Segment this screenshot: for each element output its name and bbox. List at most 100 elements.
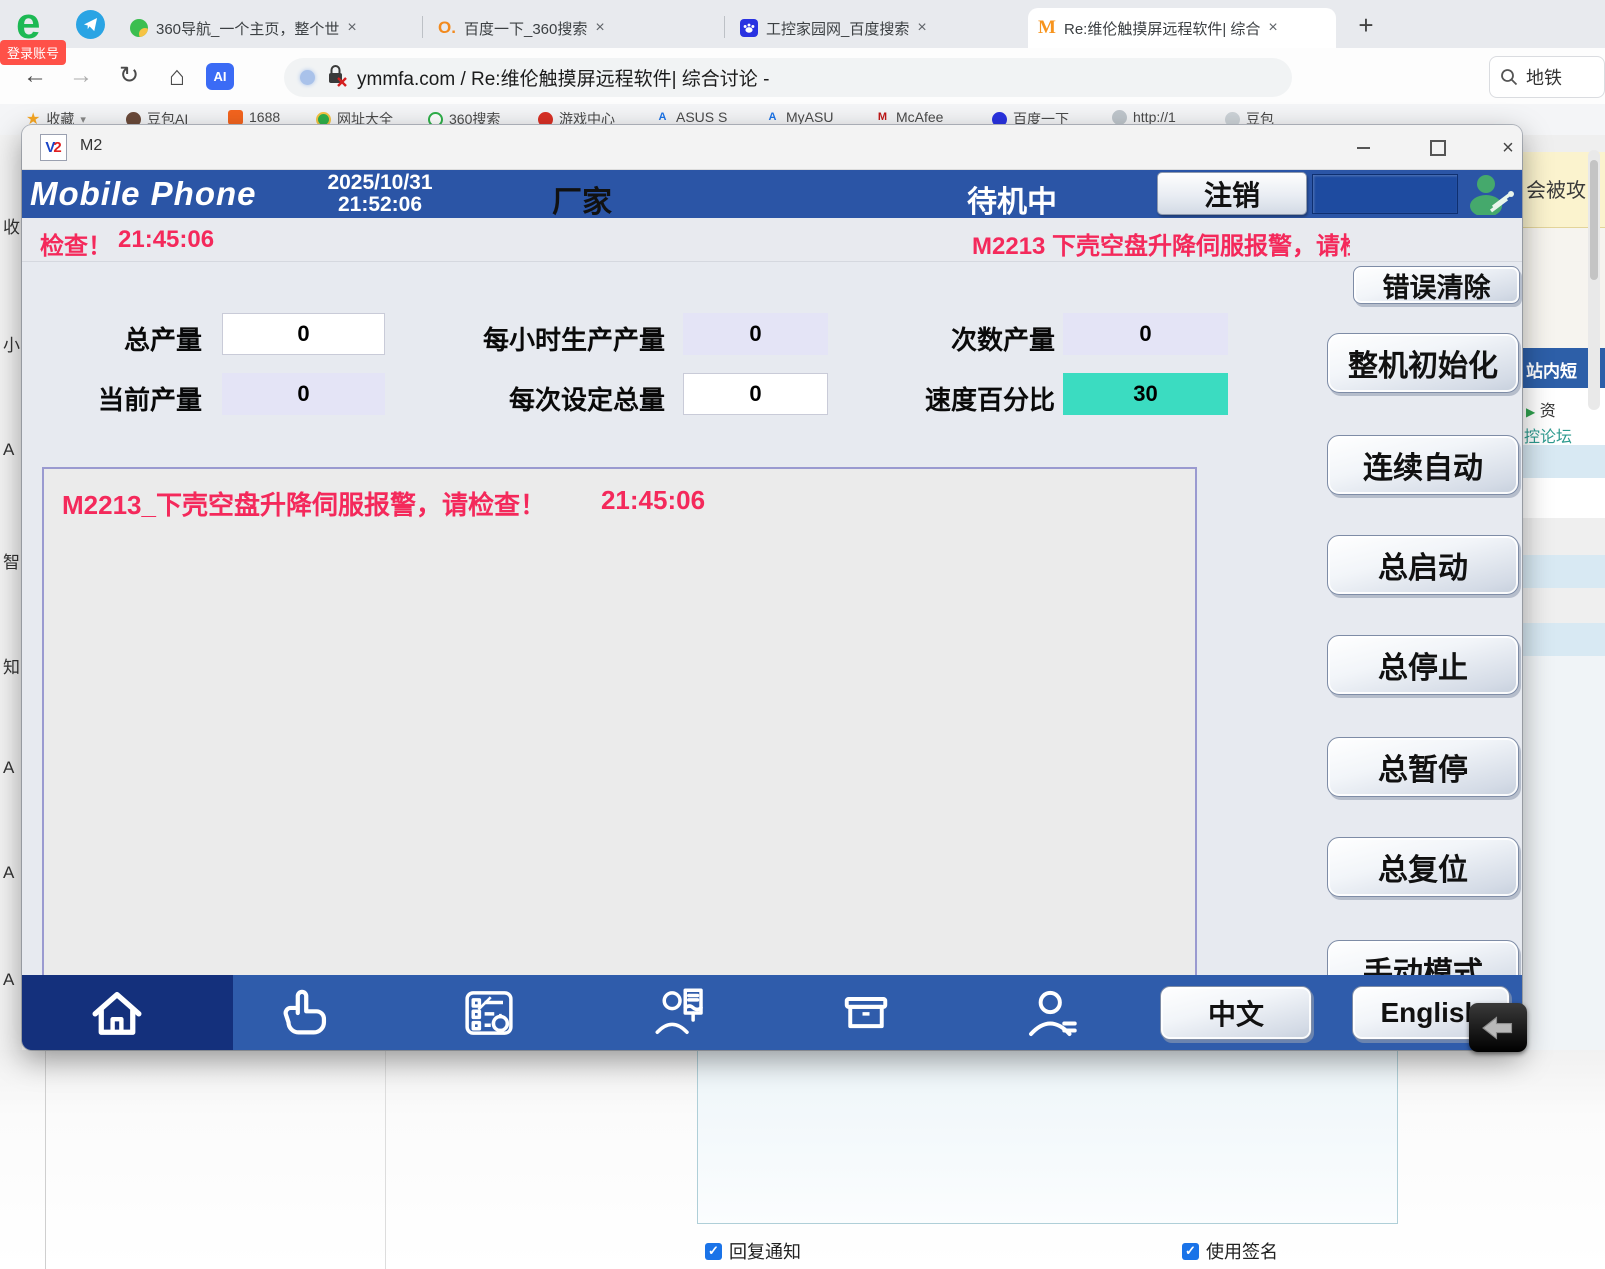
url-text[interactable]: ymmfa.com / Re:维伦触摸屏远程软件| 综合讨论 - <box>357 64 769 91</box>
operator-record-icon[interactable] <box>651 984 709 1042</box>
tab-baidu-search[interactable]: O. 百度一下_360搜索 × <box>428 8 720 48</box>
hourly-output-value[interactable]: 0 <box>683 313 828 355</box>
address-bar[interactable]: ymmfa.com / Re:维伦触摸屏远程软件| 综合讨论 - <box>284 58 1292 97</box>
tab-label: 工控家园网_百度搜索 <box>766 18 909 39</box>
close-button[interactable]: × <box>1485 133 1522 163</box>
cycle-count-value[interactable]: 0 <box>1063 313 1228 355</box>
page-link-fragment[interactable]: 控论坛 <box>1522 423 1605 447</box>
machine-status: 待机中 <box>967 177 1057 221</box>
checkbox-checked-icon[interactable]: ✓ <box>705 1243 722 1260</box>
bookmark-asus[interactable]: A ASUS S <box>655 109 727 125</box>
ai-assistant-icon[interactable]: AI <box>206 63 234 90</box>
tab-close-icon[interactable]: × <box>1268 19 1277 37</box>
page-scrollbar-thumb[interactable] <box>1590 160 1598 280</box>
page-text-fragment: A <box>3 863 14 883</box>
hmi-time: 21:52:06 <box>290 194 470 216</box>
language-chinese-button[interactable]: 中文 <box>1160 986 1312 1040</box>
browser-tab-strip: e 360导航_一个主页，整个世 × O. 百度一下_360搜索 × 工控家园网… <box>0 0 1605 48</box>
master-pause-button[interactable]: 总暂停 <box>1327 737 1519 797</box>
current-output-value[interactable]: 0 <box>222 373 385 415</box>
favicon: A <box>655 110 670 125</box>
tab-close-icon[interactable]: × <box>917 19 926 37</box>
alarm-list[interactable]: M2213_下壳空盘升降伺服报警，请检查！ 21:45:06 <box>42 467 1197 1013</box>
reply-editor-box[interactable] <box>697 1050 1398 1224</box>
tray-box-icon[interactable] <box>837 984 895 1042</box>
tab-divider <box>422 16 423 38</box>
bookmark-mcafee[interactable]: M McAfee <box>875 109 943 125</box>
error-clear-button[interactable]: 错误清除 <box>1353 266 1520 304</box>
viewer-back-button[interactable] <box>1469 1003 1527 1052</box>
tab-favicon-360nav <box>130 19 148 37</box>
set-total-value[interactable]: 0 <box>683 373 828 415</box>
page-divider <box>45 1050 46 1269</box>
maximize-button[interactable] <box>1415 133 1461 163</box>
master-reset-button[interactable]: 总复位 <box>1327 837 1519 897</box>
bookmark-label: ASUS S <box>676 109 727 125</box>
alarm-text: M2213_下壳空盘升降伺服报警，请检查！ <box>62 485 546 522</box>
logout-button[interactable]: 注销 <box>1157 172 1307 215</box>
user-edit-icon[interactable] <box>1460 170 1522 218</box>
master-stop-button[interactable]: 总停止 <box>1327 635 1519 695</box>
home-icon[interactable] <box>88 984 146 1042</box>
alarm-ticker-bar: 检查！ 21:45:06 M2213 下壳空盘升降伺服报警，请检查！ <box>22 218 1522 262</box>
page-row <box>1522 445 1605 478</box>
hmi-date: 2025/10/31 <box>290 172 470 194</box>
field-label: 当前产量 <box>42 380 202 417</box>
field-label: 每次设定总量 <box>405 380 665 417</box>
field-label: 总产量 <box>42 320 202 357</box>
bullet-icon: ▶ <box>1526 405 1535 419</box>
bookmark-label: McAfee <box>896 109 943 125</box>
machine-init-button[interactable]: 整机初始化 <box>1327 333 1519 393</box>
reply-notify-checkbox[interactable]: ✓ 回复通知 <box>705 1238 801 1264</box>
settings-checklist-icon[interactable] <box>460 984 518 1042</box>
ticker-time: 21:45:06 <box>118 226 214 254</box>
reload-icon[interactable]: ↻ <box>112 58 146 94</box>
bookmark-label: http://1 <box>1133 109 1176 125</box>
user-account-icon[interactable] <box>1023 984 1081 1042</box>
bookmark-http1[interactable]: http://1 <box>1112 109 1176 125</box>
browser-search-box[interactable]: 地铁 <box>1489 56 1605 98</box>
tab-close-icon[interactable]: × <box>595 19 604 37</box>
tab-divider <box>724 16 725 38</box>
bookmark-1688[interactable]: 1688 <box>228 109 280 125</box>
caret-icon: ▾ <box>80 113 86 126</box>
tab-favicon-m: M <box>1038 19 1056 37</box>
search-text: 地铁 <box>1526 64 1562 90</box>
checkbox-label: 使用签名 <box>1206 1238 1278 1264</box>
tab-active-ymmfa[interactable]: M Re:维伦触摸屏远程软件| 综合 × <box>1028 8 1336 48</box>
tab-360-nav[interactable]: 360导航_一个主页，整个世 × <box>120 8 420 48</box>
hmi-header-bar: Mobile Phone 2025/10/31 21:52:06 厂家 待机中 … <box>22 170 1522 218</box>
checkbox-checked-icon[interactable]: ✓ <box>1182 1243 1199 1260</box>
page-divider <box>385 1050 386 1269</box>
bookmark-myasus[interactable]: AMyASU <box>765 109 833 125</box>
tab-close-icon[interactable]: × <box>347 19 356 37</box>
ticker-message: M2213 下壳空盘升降伺服报警，请检查！ <box>972 226 1350 261</box>
window-title-bar[interactable]: V2 M2 × <box>22 125 1522 170</box>
user-field-box[interactable] <box>1312 174 1458 214</box>
field-label: 每小时生产产量 <box>405 320 665 357</box>
hmi-datetime: 2025/10/31 21:52:06 <box>290 172 470 216</box>
back-arrow-icon <box>1480 1013 1516 1043</box>
master-start-button[interactable]: 总启动 <box>1327 535 1519 595</box>
continuous-auto-button[interactable]: 连续自动 <box>1327 435 1519 495</box>
manual-hand-icon[interactable] <box>273 984 331 1042</box>
minimize-button[interactable] <box>1340 133 1386 163</box>
window-title: M2 <box>80 137 102 155</box>
page-text-fragment: 小 <box>3 331 20 356</box>
telegram-icon[interactable] <box>76 10 105 39</box>
login-account-badge[interactable]: 登录账号 <box>0 40 66 65</box>
tab-gongkong[interactable]: 工控家园网_百度搜索 × <box>730 8 1022 48</box>
screen: e 360导航_一个主页，整个世 × O. 百度一下_360搜索 × 工控家园网… <box>0 0 1605 1269</box>
speed-percent-value[interactable]: 30 <box>1063 373 1228 415</box>
new-tab-button[interactable]: + <box>1352 10 1380 41</box>
lock-icon[interactable] <box>325 63 347 92</box>
home-icon[interactable]: ⌂ <box>160 58 194 94</box>
tab-favicon-360search: O. <box>438 19 456 37</box>
page-row <box>1522 623 1605 656</box>
use-signature-checkbox[interactable]: ✓ 使用签名 <box>1182 1238 1278 1264</box>
favicon: M <box>875 110 890 125</box>
forward-icon[interactable]: → <box>64 58 98 94</box>
page-text-fragment: A <box>3 440 14 460</box>
total-output-value[interactable]: 0 <box>222 313 385 355</box>
page-row <box>1522 555 1605 588</box>
